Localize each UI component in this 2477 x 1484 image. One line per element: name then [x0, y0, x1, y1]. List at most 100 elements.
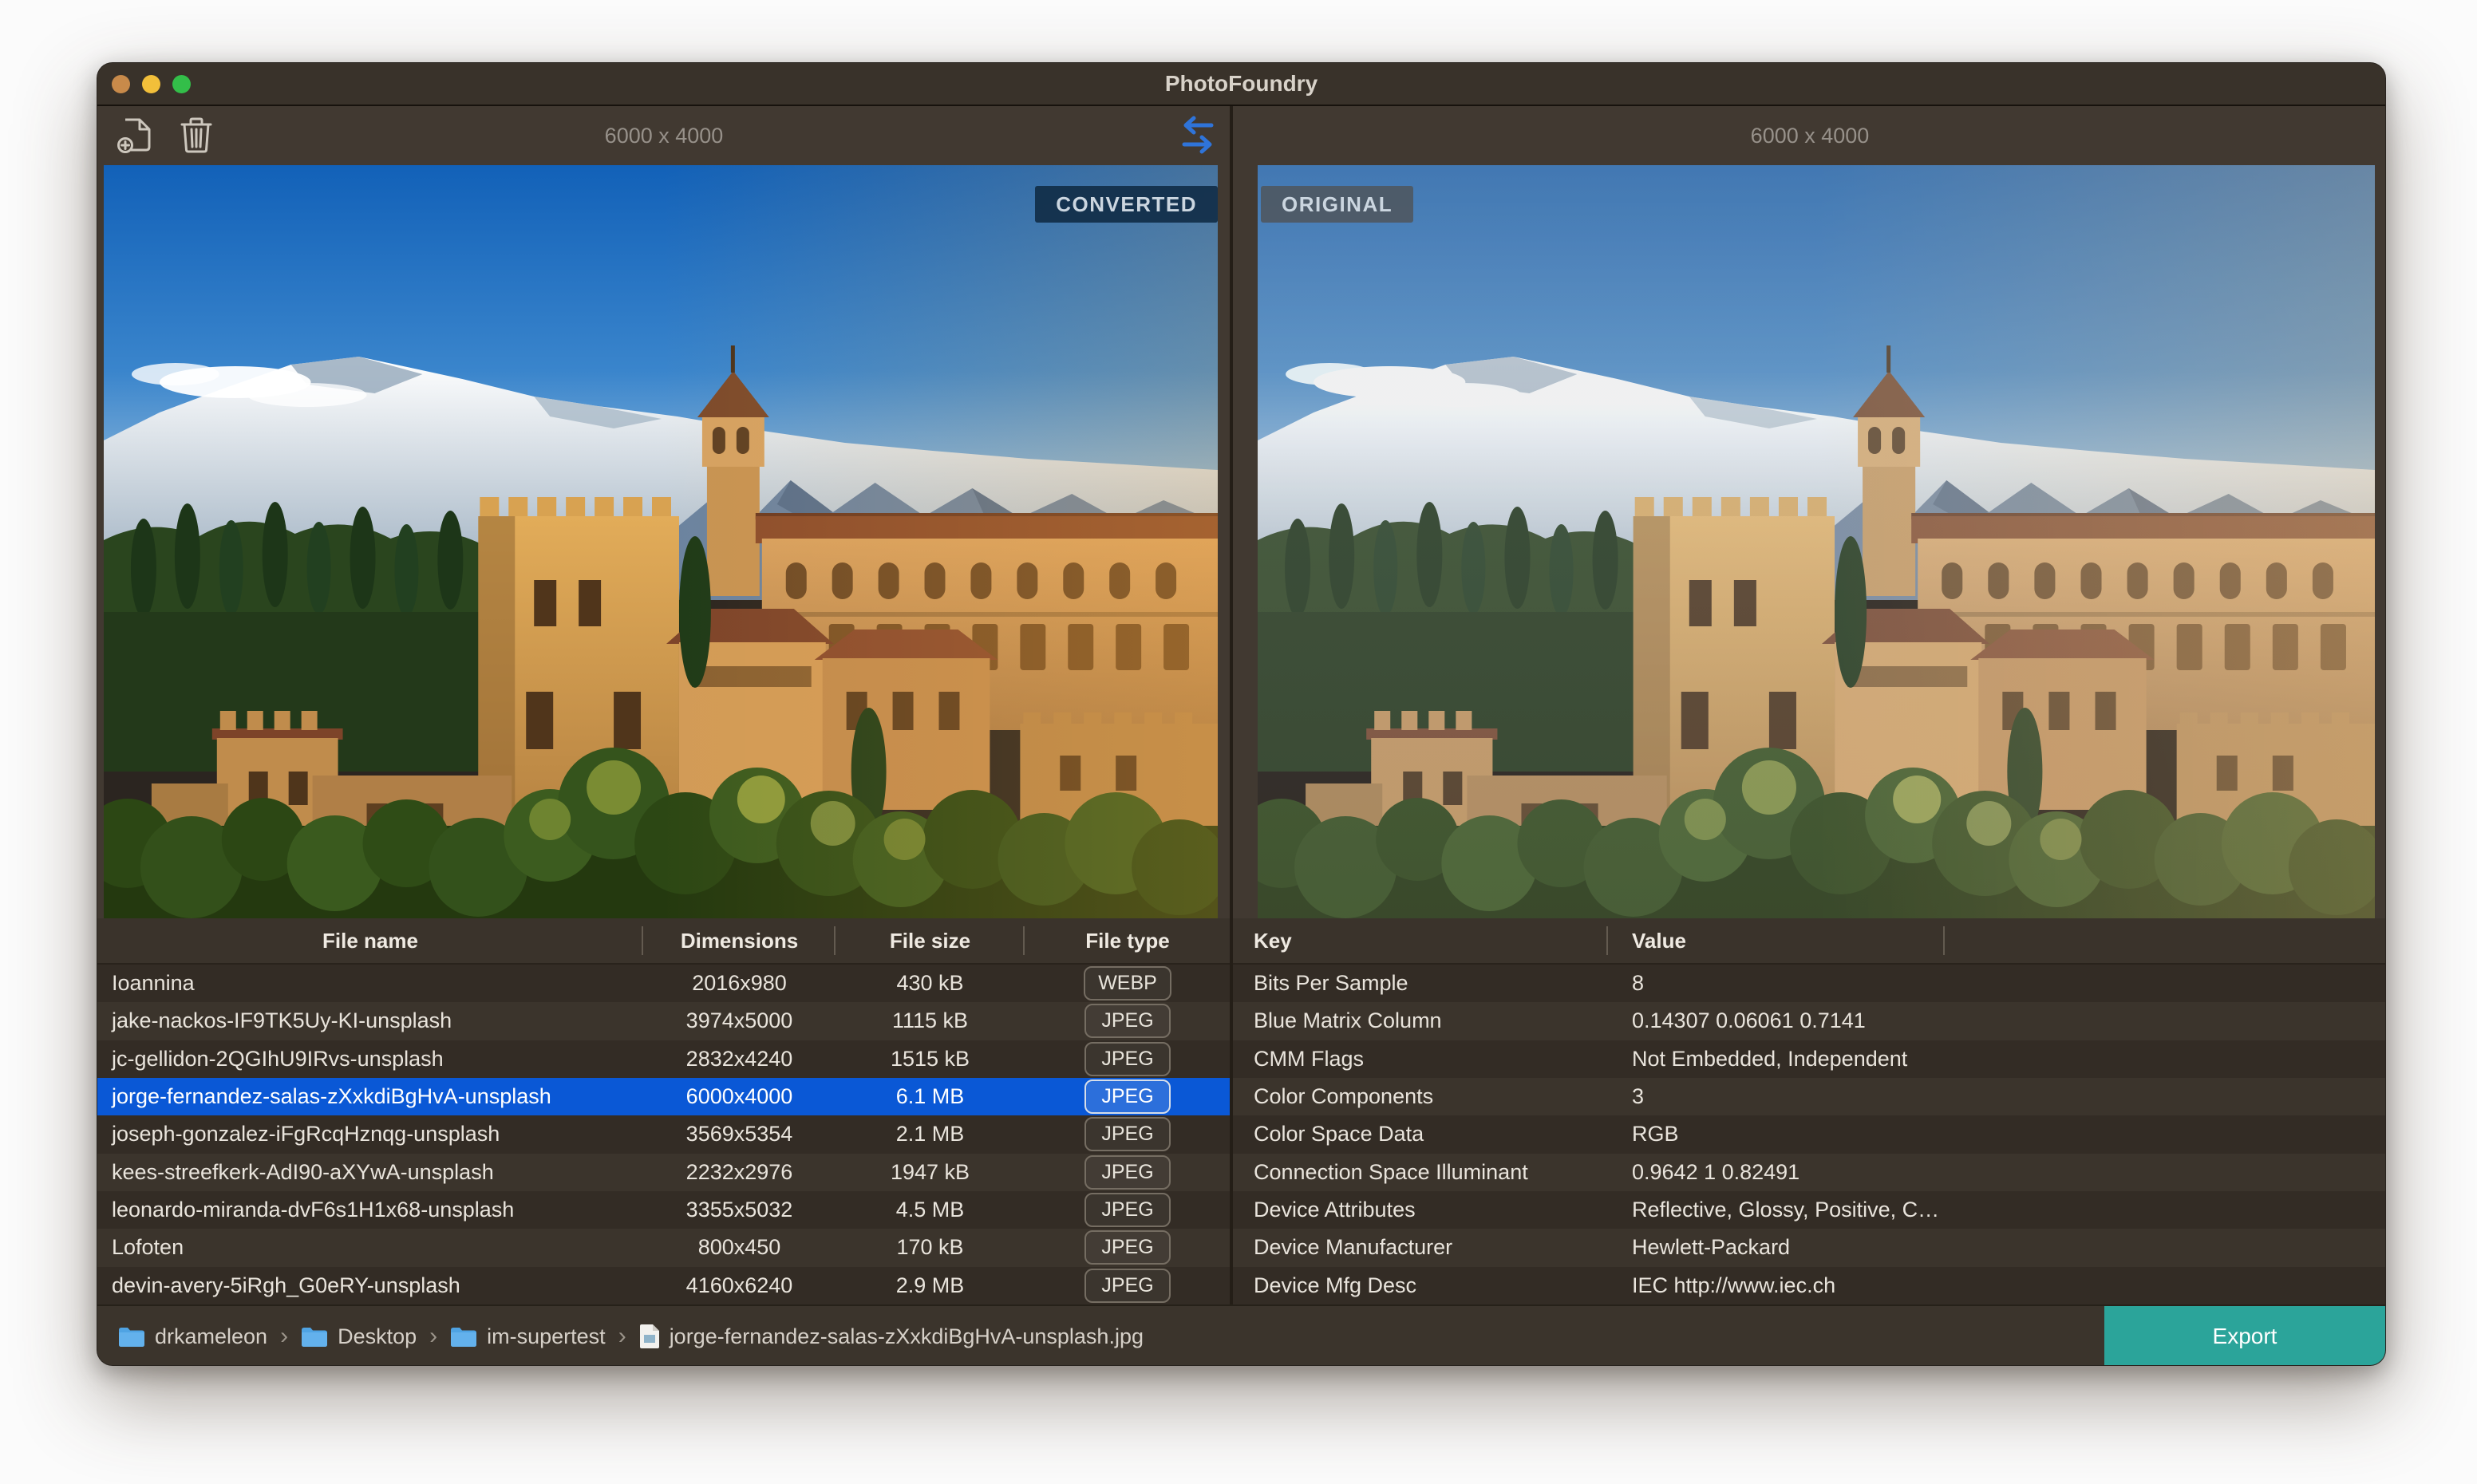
metadata-value: 8 — [1608, 965, 2386, 1002]
original-badge: ORIGINAL — [1261, 186, 1413, 223]
file-type-cell: JPEG — [1025, 1154, 1231, 1191]
file-size-cell: 4.5 MB — [836, 1191, 1025, 1229]
metadata-row[interactable]: Color Components3 — [1233, 1078, 2386, 1115]
breadcrumb: drkameleon›Desktop›im-supertest›jorge-fe… — [97, 1323, 1144, 1350]
file-table-body: Ioannina2016x980430 kBWEBPjake-nackos-IF… — [97, 965, 1231, 1304]
file-type-badge[interactable]: JPEG — [1084, 1004, 1171, 1038]
file-dimensions-cell: 2016x980 — [643, 965, 836, 1002]
metadata-value: Reflective, Glossy, Positive, C… — [1608, 1191, 2386, 1229]
app-window: PhotoFoundry 6 — [97, 62, 2386, 1366]
table-headers: File name Dimensions File size File type… — [97, 918, 2385, 965]
file-type-badge[interactable]: JPEG — [1084, 1193, 1171, 1227]
breadcrumb-separator: › — [429, 1323, 437, 1350]
close-icon[interactable] — [112, 75, 130, 93]
header-file-type: File type — [1025, 918, 1231, 963]
metadata-row[interactable]: Blue Matrix Column0.14307 0.06061 0.7141 — [1233, 1002, 2386, 1040]
metadata-key: CMM Flags — [1233, 1040, 1608, 1078]
file-type-badge[interactable]: JPEG — [1084, 1269, 1171, 1303]
metadata-row[interactable]: Color Space DataRGB — [1233, 1115, 2386, 1153]
file-size-cell: 1515 kB — [836, 1040, 1025, 1078]
metadata-row[interactable]: Device Mfg DescIEC http://www.iec.ch — [1233, 1267, 2386, 1304]
swap-icon — [1178, 112, 1218, 161]
file-row[interactable]: joseph-gonzalez-iFgRcqHznqg-unsplash3569… — [97, 1115, 1231, 1153]
header-dimensions: Dimensions — [643, 918, 836, 963]
export-button[interactable]: Export — [2104, 1306, 2385, 1366]
file-type-cell: JPEG — [1025, 1040, 1231, 1078]
metadata-row[interactable]: Connection Space Illuminant0.9642 1 0.82… — [1233, 1154, 2386, 1191]
file-row[interactable]: jc-gellidon-2QGIhU9IRvs-unsplash2832x424… — [97, 1040, 1231, 1078]
breadcrumb-item[interactable]: im-supertest — [450, 1324, 606, 1349]
file-size-cell: 430 kB — [836, 965, 1025, 1002]
file-row[interactable]: Lofoten800x450170 kB JPEG — [97, 1229, 1231, 1266]
file-dimensions-cell: 6000x4000 — [643, 1078, 836, 1115]
file-name-cell: devin-avery-5iRgh_G0eRY-unsplash — [97, 1267, 643, 1304]
file-row[interactable]: kees-streefkerk-AdI90-aXYwA-unsplash2232… — [97, 1154, 1231, 1191]
metadata-key: Blue Matrix Column — [1233, 1002, 1608, 1040]
file-row[interactable]: leonardo-miranda-dvF6s1H1x68-unsplash335… — [97, 1191, 1231, 1229]
metadata-row[interactable]: CMM FlagsNot Embedded, Independent — [1233, 1040, 2386, 1078]
breadcrumb-item[interactable]: jorge-fernandez-salas-zXxkdiBgHvA-unspla… — [639, 1324, 1144, 1349]
file-dimensions-cell: 3569x5354 — [643, 1115, 836, 1153]
file-row[interactable]: devin-avery-5iRgh_G0eRY-unsplash4160x624… — [97, 1267, 1231, 1304]
breadcrumb-separator: › — [618, 1323, 626, 1350]
metadata-key: Color Space Data — [1233, 1115, 1608, 1153]
file-name-cell: jorge-fernandez-salas-zXxkdiBgHvA-unspla… — [97, 1078, 643, 1115]
metadata-table-header: Key Value — [1233, 918, 2386, 963]
file-type-badge[interactable]: WEBP — [1084, 966, 1171, 1001]
file-row[interactable]: jake-nackos-IF9TK5Uy-KI-unsplash3974x500… — [97, 1002, 1231, 1040]
file-type-badge[interactable]: JPEG — [1084, 1230, 1171, 1265]
file-name-cell: Lofoten — [97, 1229, 643, 1266]
right-pane-dimensions: 6000 x 4000 — [1233, 106, 2386, 165]
metadata-key: Device Mfg Desc — [1233, 1267, 1608, 1304]
metadata-value: 3 — [1608, 1078, 2386, 1115]
converted-image: CONVERTED — [104, 165, 1218, 918]
header-filler — [1945, 918, 2386, 963]
file-dimensions-cell: 2832x4240 — [643, 1040, 836, 1078]
file-dimensions-cell: 800x450 — [643, 1229, 836, 1266]
file-type-badge[interactable]: JPEG — [1084, 1117, 1171, 1151]
file-dimensions-cell: 3974x5000 — [643, 1002, 836, 1040]
file-row[interactable]: Ioannina2016x980430 kBWEBP — [97, 965, 1231, 1002]
metadata-value: RGB — [1608, 1115, 2386, 1153]
metadata-table-body: Bits Per Sample8Blue Matrix Column0.1430… — [1233, 965, 2386, 1304]
bottom-bar: drkameleon›Desktop›im-supertest›jorge-fe… — [97, 1304, 2385, 1366]
file-name-cell: kees-streefkerk-AdI90-aXYwA-unsplash — [97, 1154, 643, 1191]
file-dimensions-cell: 2232x2976 — [643, 1154, 836, 1191]
file-name-cell: joseph-gonzalez-iFgRcqHznqg-unsplash — [97, 1115, 643, 1153]
file-size-cell: 6.1 MB — [836, 1078, 1025, 1115]
breadcrumb-item[interactable]: Desktop — [301, 1324, 417, 1349]
metadata-row[interactable]: Bits Per Sample8 — [1233, 965, 2386, 1002]
original-image: ORIGINAL — [1258, 165, 2375, 918]
file-type-cell: JPEG — [1025, 1115, 1231, 1153]
metadata-value: IEC http://www.iec.ch — [1608, 1267, 2386, 1304]
folder-icon — [301, 1325, 328, 1348]
metadata-row[interactable]: Device ManufacturerHewlett-Packard — [1233, 1229, 2386, 1266]
converted-badge: CONVERTED — [1035, 186, 1218, 223]
metadata-value: Not Embedded, Independent — [1608, 1040, 2386, 1078]
breadcrumb-item[interactable]: drkameleon — [118, 1324, 267, 1349]
header-file-name: File name — [97, 918, 643, 963]
header-key: Key — [1233, 918, 1608, 963]
file-size-cell: 1947 kB — [836, 1154, 1025, 1191]
file-size-cell: 170 kB — [836, 1229, 1025, 1266]
swap-panes-button[interactable] — [1176, 114, 1219, 159]
metadata-row[interactable]: Device AttributesReflective, Glossy, Pos… — [1233, 1191, 2386, 1229]
header-value: Value — [1608, 918, 1945, 963]
zoom-icon[interactable] — [172, 75, 191, 93]
desktop: { "window": { "title": "PhotoFoundry" },… — [0, 0, 2477, 1484]
file-type-cell: JPEG — [1025, 1002, 1231, 1040]
file-icon — [639, 1324, 660, 1349]
breadcrumb-label: im-supertest — [487, 1324, 606, 1349]
file-name-cell: jake-nackos-IF9TK5Uy-KI-unsplash — [97, 1002, 643, 1040]
window-controls — [112, 63, 191, 105]
breadcrumb-label: Desktop — [338, 1324, 417, 1349]
minimize-icon[interactable] — [142, 75, 160, 93]
file-dimensions-cell: 4160x6240 — [643, 1267, 836, 1304]
file-type-badge[interactable]: JPEG — [1084, 1079, 1171, 1114]
window-title: PhotoFoundry — [97, 71, 2385, 97]
file-row[interactable]: jorge-fernandez-salas-zXxkdiBgHvA-unspla… — [97, 1078, 1231, 1115]
file-size-cell: 1115 kB — [836, 1002, 1025, 1040]
file-type-badge[interactable]: JPEG — [1084, 1155, 1171, 1190]
file-type-badge[interactable]: JPEG — [1084, 1042, 1171, 1076]
metadata-key: Device Manufacturer — [1233, 1229, 1608, 1266]
